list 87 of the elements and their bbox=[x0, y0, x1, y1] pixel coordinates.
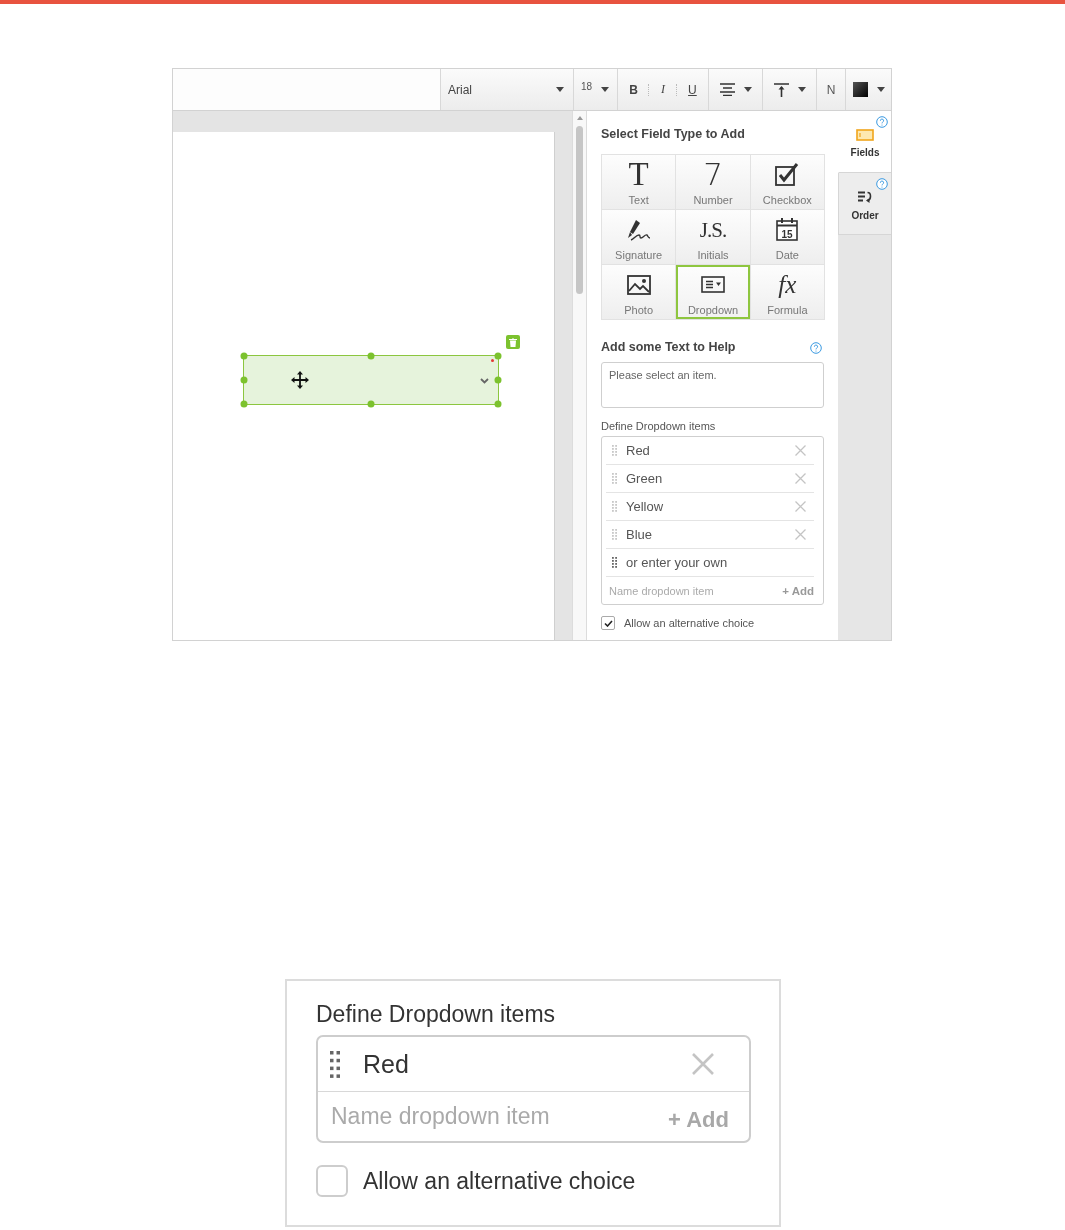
dropdown-item-label[interactable]: Yellow bbox=[626, 499, 795, 514]
checkbox-icon bbox=[775, 163, 800, 186]
resize-handle[interactable] bbox=[494, 400, 502, 408]
field-type-button[interactable]: Dropdown bbox=[676, 265, 751, 320]
drag-handle-icon[interactable] bbox=[612, 557, 617, 568]
dropdown-item-label[interactable]: Blue bbox=[626, 527, 795, 542]
font-select[interactable]: Arial bbox=[440, 69, 573, 110]
align-center-icon bbox=[719, 83, 735, 96]
resize-handle[interactable] bbox=[494, 376, 502, 384]
move-icon bbox=[291, 371, 309, 389]
checkmark-icon bbox=[603, 619, 613, 627]
field-type-button[interactable]: 15 Date bbox=[750, 210, 825, 265]
drag-handle-icon[interactable] bbox=[612, 529, 617, 540]
section-title: Add some Text to Help bbox=[601, 340, 736, 355]
checkbox-label: Allow an alternative choice bbox=[363, 1167, 636, 1195]
scrollbar-track[interactable] bbox=[572, 111, 587, 640]
help-icon[interactable] bbox=[876, 178, 888, 190]
resize-handle[interactable] bbox=[240, 376, 248, 384]
dropdown-item-label[interactable]: Red bbox=[626, 443, 795, 458]
checkbox[interactable] bbox=[316, 1165, 348, 1197]
section-label: Define Dropdown items bbox=[601, 420, 717, 433]
text-style-button[interactable]: I bbox=[657, 80, 669, 99]
dropdown-field[interactable] bbox=[243, 355, 499, 405]
section-title: Select Field Type to Add bbox=[601, 127, 746, 142]
field-type-button[interactable]: 7 Number bbox=[676, 155, 751, 210]
font-size-select[interactable]: 18 bbox=[573, 69, 617, 110]
n-button[interactable]: N bbox=[816, 69, 845, 110]
checkbox[interactable] bbox=[601, 616, 615, 630]
drag-handle-icon[interactable] bbox=[612, 473, 617, 484]
checkbox-label: Allow an alternative choice bbox=[624, 617, 755, 629]
field-type-button[interactable]: Signature bbox=[602, 210, 677, 265]
color-swatch-icon bbox=[852, 82, 868, 97]
align-top-icon bbox=[773, 82, 789, 97]
field-icon bbox=[856, 129, 874, 141]
fx-icon: fx bbox=[778, 270, 797, 299]
side-tab[interactable]: Order bbox=[838, 173, 891, 235]
field-type-button[interactable]: T Text bbox=[602, 155, 677, 210]
field-type-button[interactable]: fx Formula bbox=[750, 265, 825, 320]
caret-icon bbox=[876, 87, 885, 92]
trash-icon bbox=[509, 337, 517, 347]
image-icon bbox=[626, 274, 651, 295]
dropdown-item-label[interactable]: Red bbox=[363, 1049, 692, 1079]
close-icon[interactable] bbox=[795, 445, 806, 456]
reorder-icon bbox=[857, 191, 873, 204]
initials-icon: J.S. bbox=[699, 217, 727, 242]
caret-icon bbox=[743, 87, 752, 92]
field-type-button[interactable]: Photo bbox=[602, 265, 677, 320]
close-icon[interactable] bbox=[795, 501, 806, 512]
resize-handle[interactable] bbox=[367, 352, 375, 360]
text-style-button[interactable]: B bbox=[625, 80, 642, 99]
new-item-field[interactable]: Name dropdown item bbox=[609, 582, 783, 599]
help-icon[interactable] bbox=[810, 341, 822, 354]
section-label: Define Dropdown items bbox=[316, 1001, 557, 1027]
resize-handle[interactable] bbox=[494, 352, 502, 360]
caret-icon bbox=[601, 87, 609, 92]
align-select[interactable] bbox=[708, 69, 762, 110]
scroll-up-icon[interactable] bbox=[576, 116, 583, 120]
resize-handle[interactable] bbox=[367, 400, 375, 408]
help-text-field[interactable]: Please select an item. bbox=[601, 362, 824, 408]
resize-handle[interactable] bbox=[240, 352, 248, 360]
dropdown-item-label[interactable]: Green bbox=[626, 471, 795, 486]
pen-icon bbox=[626, 218, 651, 241]
field-type-button[interactable]: J.S. Initials bbox=[676, 210, 751, 265]
text-style-button[interactable]: U bbox=[684, 80, 701, 99]
drag-handle-icon[interactable] bbox=[612, 501, 617, 512]
letter-t-icon: T bbox=[628, 158, 649, 191]
digit-seven-icon: 7 bbox=[703, 158, 723, 191]
caret-icon bbox=[556, 87, 564, 92]
caret-icon bbox=[797, 87, 806, 92]
chevron-icon bbox=[480, 378, 489, 384]
color-select[interactable] bbox=[845, 69, 891, 110]
field-type-button[interactable]: Checkbox bbox=[750, 155, 825, 210]
scrollbar-thumb[interactable] bbox=[576, 126, 583, 294]
side-tab[interactable]: Fields bbox=[838, 111, 891, 173]
delete-button[interactable] bbox=[506, 335, 520, 349]
dropdown-icon bbox=[701, 276, 725, 293]
calendar-icon: 15 bbox=[776, 218, 799, 241]
close-icon[interactable] bbox=[692, 1053, 714, 1075]
help-icon[interactable] bbox=[876, 116, 888, 128]
close-icon[interactable] bbox=[795, 473, 806, 484]
new-item-field[interactable]: Name dropdown item bbox=[331, 1102, 669, 1131]
drag-handle-icon[interactable] bbox=[612, 445, 617, 456]
close-icon[interactable] bbox=[795, 529, 806, 540]
custom-option-label[interactable]: or enter your own bbox=[626, 555, 814, 570]
drag-handle-icon[interactable] bbox=[330, 1050, 340, 1078]
resize-handle[interactable] bbox=[240, 400, 248, 408]
vertical-align-select[interactable] bbox=[762, 69, 816, 110]
